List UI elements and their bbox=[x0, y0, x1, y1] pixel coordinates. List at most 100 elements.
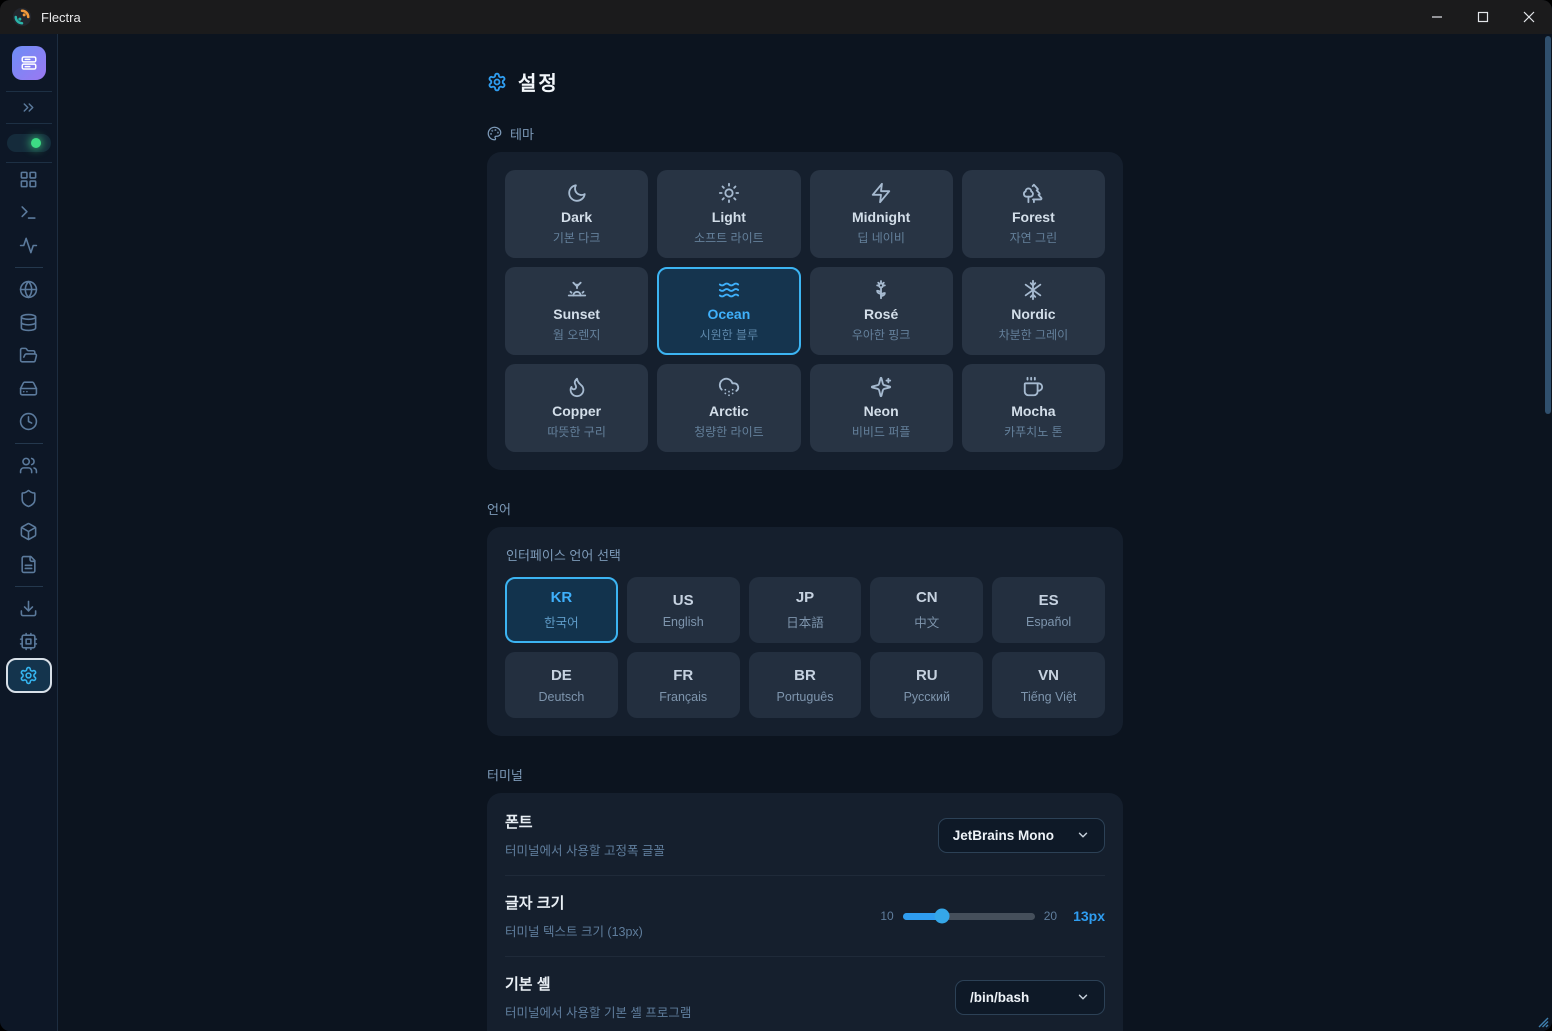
slider-min-label: 10 bbox=[880, 909, 893, 923]
chevron-down-icon bbox=[1076, 990, 1090, 1004]
language-card-us[interactable]: US English bbox=[627, 577, 740, 643]
theme-card-light[interactable]: Light 소프트 라이트 bbox=[657, 170, 800, 258]
sidebar-item-packages[interactable] bbox=[6, 515, 52, 548]
trees-icon bbox=[1022, 182, 1044, 204]
maximize-icon bbox=[1477, 11, 1489, 23]
language-picker-label: 인터페이스 언어 선택 bbox=[506, 545, 1105, 564]
theme-section-label: 테마 bbox=[487, 124, 1123, 143]
terminal-shell-row: 기본 셸 터미널에서 사용할 기본 셸 프로그램 /bin/bash bbox=[505, 957, 1105, 1031]
chevrons-right-icon bbox=[20, 99, 37, 116]
moon-icon bbox=[566, 182, 588, 204]
sidebar bbox=[0, 34, 58, 1031]
language-card-cn[interactable]: CN 中文 bbox=[870, 577, 983, 643]
zap-icon bbox=[870, 182, 892, 204]
shield-icon bbox=[19, 489, 38, 508]
sidebar-app-button[interactable] bbox=[12, 46, 46, 80]
language-section-label: 언어 bbox=[487, 499, 1123, 518]
theme-card-sunset[interactable]: Sunset 웜 오렌지 bbox=[505, 267, 648, 355]
theme-card-arctic[interactable]: Arctic 청량한 라이트 bbox=[657, 364, 800, 452]
theme-card-neon[interactable]: Neon 비비드 퍼플 bbox=[810, 364, 953, 452]
sidebar-item-activity[interactable] bbox=[6, 229, 52, 262]
app-logo-icon bbox=[12, 7, 32, 27]
waves-icon bbox=[718, 279, 740, 301]
cloud-snow-icon bbox=[718, 376, 740, 398]
globe-icon bbox=[19, 280, 38, 299]
font-desc: 터미널에서 사용할 고정폭 글꼴 bbox=[505, 840, 665, 859]
titlebar: Flectra bbox=[0, 0, 1552, 34]
theme-card-nordic[interactable]: Nordic 차분한 그레이 bbox=[962, 267, 1105, 355]
theme-card-forest[interactable]: Forest 자연 그린 bbox=[962, 170, 1105, 258]
language-card-vn[interactable]: VN Tiếng Việt bbox=[992, 652, 1105, 718]
file-text-icon bbox=[19, 555, 38, 574]
sidebar-item-logs[interactable] bbox=[6, 548, 52, 581]
main-area: 설정 테마 Dark 기본 다크 bbox=[58, 34, 1552, 1031]
page-title: 설정 bbox=[518, 67, 559, 96]
sidebar-item-files[interactable] bbox=[6, 339, 52, 372]
sun-icon bbox=[718, 182, 740, 204]
language-card-de[interactable]: DE Deutsch bbox=[505, 652, 618, 718]
maximize-button[interactable] bbox=[1460, 0, 1506, 34]
database-icon bbox=[19, 313, 38, 332]
language-card-kr[interactable]: KR 한국어 bbox=[505, 577, 618, 643]
flower-icon bbox=[870, 279, 892, 301]
scrollbar-thumb[interactable] bbox=[1545, 36, 1551, 414]
language-grid: KR 한국어 US English JP 日本語 CN bbox=[505, 577, 1105, 718]
sidebar-item-system[interactable] bbox=[6, 625, 52, 658]
sidebar-item-settings[interactable] bbox=[6, 658, 52, 693]
theme-card-rose[interactable]: Rosé 우아한 핑크 bbox=[810, 267, 953, 355]
language-card-fr[interactable]: FR Français bbox=[627, 652, 740, 718]
sidebar-expand-button[interactable] bbox=[6, 92, 52, 123]
close-button[interactable] bbox=[1506, 0, 1552, 34]
flame-icon bbox=[566, 376, 588, 398]
fontsize-value: 13px bbox=[1073, 908, 1105, 924]
terminal-font-row: 폰트 터미널에서 사용할 고정폭 글꼴 JetBrains Mono bbox=[505, 795, 1105, 876]
chevron-down-icon bbox=[1076, 828, 1090, 842]
status-dot bbox=[31, 138, 41, 148]
layout-grid-icon bbox=[19, 170, 38, 189]
fontsize-desc: 터미널 텍스트 크기 (13px) bbox=[505, 921, 643, 940]
sidebar-item-history[interactable] bbox=[6, 405, 52, 438]
theme-card-ocean[interactable]: Ocean 시원한 블루 bbox=[657, 267, 800, 355]
language-card-es[interactable]: ES Español bbox=[992, 577, 1105, 643]
sidebar-item-downloads[interactable] bbox=[6, 592, 52, 625]
terminal-fontsize-row: 글자 크기 터미널 텍스트 크기 (13px) 10 20 13px bbox=[505, 876, 1105, 957]
fontsize-label: 글자 크기 bbox=[505, 892, 643, 913]
resize-grip[interactable] bbox=[1534, 1013, 1549, 1028]
shell-label: 기본 셸 bbox=[505, 973, 691, 994]
theme-grid: Dark 기본 다크 Light 소프트 라이트 Midnight 딥 네이비 bbox=[505, 170, 1105, 452]
window-controls bbox=[1414, 0, 1552, 34]
sidebar-item-terminal[interactable] bbox=[6, 196, 52, 229]
font-label: 폰트 bbox=[505, 811, 665, 832]
theme-card-dark[interactable]: Dark 기본 다크 bbox=[505, 170, 648, 258]
terminal-icon bbox=[19, 203, 38, 222]
snowflake-icon bbox=[1022, 279, 1044, 301]
palette-icon bbox=[487, 126, 502, 141]
theme-card-midnight[interactable]: Midnight 딥 네이비 bbox=[810, 170, 953, 258]
sidebar-item-network[interactable] bbox=[6, 273, 52, 306]
fontsize-slider[interactable] bbox=[903, 913, 1035, 920]
activity-icon bbox=[19, 236, 38, 255]
sidebar-item-users[interactable] bbox=[6, 449, 52, 482]
clock-icon bbox=[19, 412, 38, 431]
window-title: Flectra bbox=[41, 10, 81, 25]
sparkles-icon bbox=[870, 376, 892, 398]
download-icon bbox=[19, 599, 38, 618]
minimize-button[interactable] bbox=[1414, 0, 1460, 34]
sidebar-item-storage[interactable] bbox=[6, 372, 52, 405]
shell-select[interactable]: /bin/bash bbox=[955, 980, 1105, 1015]
language-card-br[interactable]: BR Português bbox=[749, 652, 862, 718]
language-card-jp[interactable]: JP 日本語 bbox=[749, 577, 862, 643]
sunset-icon bbox=[566, 279, 588, 301]
theme-card-mocha[interactable]: Mocha 카푸치노 톤 bbox=[962, 364, 1105, 452]
hard-drive-icon bbox=[19, 379, 38, 398]
package-icon bbox=[19, 522, 38, 541]
slider-knob[interactable] bbox=[935, 909, 950, 924]
sidebar-item-dashboard[interactable] bbox=[6, 163, 52, 196]
sidebar-item-database[interactable] bbox=[6, 306, 52, 339]
language-card-ru[interactable]: RU Русский bbox=[870, 652, 983, 718]
status-toggle[interactable] bbox=[7, 134, 51, 152]
font-select[interactable]: JetBrains Mono bbox=[938, 818, 1105, 853]
sidebar-item-security[interactable] bbox=[6, 482, 52, 515]
theme-card-copper[interactable]: Copper 따뜻한 구리 bbox=[505, 364, 648, 452]
gear-icon bbox=[487, 72, 507, 92]
